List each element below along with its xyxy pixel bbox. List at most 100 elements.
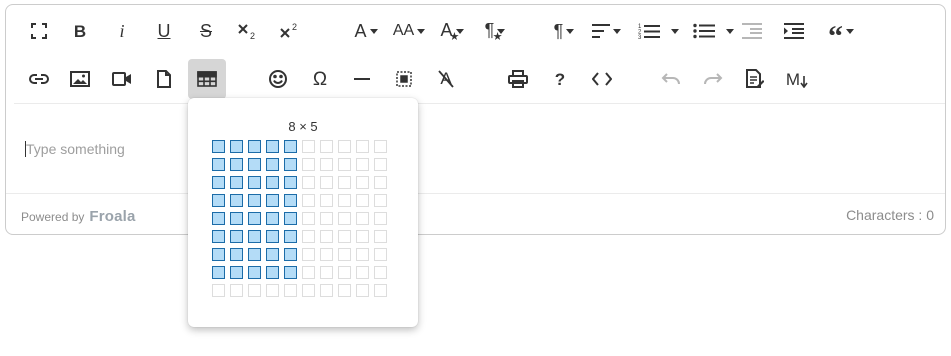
insert-file-button[interactable] [147,60,181,98]
table-grid-cell[interactable] [374,176,387,189]
text-color-button[interactable]: A ★ [433,12,471,50]
table-grid-cell[interactable] [266,158,279,171]
table-grid-cell[interactable] [320,284,333,297]
table-grid-cell[interactable] [374,212,387,225]
table-grid-cell[interactable] [338,248,351,261]
table-grid-cell[interactable] [338,140,351,153]
table-grid-cell[interactable] [356,176,369,189]
table-grid-cell[interactable] [230,266,243,279]
table-grid-cell[interactable] [302,140,315,153]
table-grid-cell[interactable] [248,266,261,279]
code-view-button[interactable] [585,60,619,98]
table-grid-cell[interactable] [320,140,333,153]
table-grid-cell[interactable] [266,140,279,153]
table-grid-cell[interactable] [230,248,243,261]
print-button[interactable] [501,60,535,98]
table-grid-cell[interactable] [248,140,261,153]
align-button[interactable] [586,12,626,50]
fullscreen-button[interactable] [22,12,56,50]
special-characters-button[interactable]: Ω [303,60,337,98]
table-grid-cell[interactable] [248,248,261,261]
table-grid-cell[interactable] [212,176,225,189]
bold-button[interactable]: B [63,12,97,50]
table-grid-cell[interactable] [338,266,351,279]
table-grid-cell[interactable] [248,212,261,225]
table-grid-cell[interactable] [356,194,369,207]
table-grid-cell[interactable] [356,284,369,297]
table-grid-cell[interactable] [284,176,297,189]
help-button[interactable]: ? [543,60,577,98]
table-grid-cell[interactable] [230,212,243,225]
horizontal-line-button[interactable] [345,60,379,98]
table-grid-cell[interactable] [338,158,351,171]
table-grid-cell[interactable] [212,284,225,297]
edit-document-button[interactable] [738,60,772,98]
select-all-button[interactable] [387,60,421,98]
table-grid-cell[interactable] [248,194,261,207]
indent-button[interactable] [777,12,811,50]
table-grid-cell[interactable] [338,230,351,243]
table-grid-cell[interactable] [302,158,315,171]
italic-button[interactable]: i [105,12,139,50]
table-grid-cell[interactable] [374,266,387,279]
subscript-button[interactable]: 2 [231,12,265,50]
table-grid-cell[interactable] [320,176,333,189]
table-grid-cell[interactable] [212,158,225,171]
table-grid-cell[interactable] [248,284,261,297]
table-grid-cell[interactable] [302,266,315,279]
table-grid-cell[interactable] [302,230,315,243]
table-grid-cell[interactable] [266,194,279,207]
table-grid-cell[interactable] [284,194,297,207]
font-family-button[interactable]: A [347,12,385,50]
table-grid-cell[interactable] [356,212,369,225]
table-grid-cell[interactable] [284,248,297,261]
underline-button[interactable]: U [147,12,181,50]
font-size-button[interactable]: AA [389,12,429,50]
insert-video-button[interactable] [105,60,139,98]
table-grid-cell[interactable] [266,212,279,225]
table-grid-cell[interactable] [356,158,369,171]
table-grid-cell[interactable] [302,194,315,207]
table-grid-cell[interactable] [356,266,369,279]
table-grid-cell[interactable] [284,230,297,243]
table-grid-cell[interactable] [284,212,297,225]
table-grid-cell[interactable] [374,284,387,297]
table-grid-cell[interactable] [356,248,369,261]
emoticons-button[interactable] [261,60,295,98]
ordered-list-button[interactable]: 1 2 3 [634,12,682,50]
paragraph-style-button[interactable]: ¶ ★ [476,12,514,50]
table-grid-cell[interactable] [320,248,333,261]
paragraph-format-button[interactable]: ¶ [545,12,583,50]
table-grid-cell[interactable] [248,158,261,171]
table-grid-cell[interactable] [212,230,225,243]
insert-image-button[interactable] [63,60,97,98]
table-grid-cell[interactable] [266,284,279,297]
insert-link-button[interactable] [22,60,56,98]
table-grid-cell[interactable] [338,176,351,189]
table-grid-cell[interactable] [230,284,243,297]
table-grid-cell[interactable] [374,194,387,207]
table-grid-cell[interactable] [302,248,315,261]
table-grid-cell[interactable] [266,176,279,189]
table-grid-cell[interactable] [230,194,243,207]
strikethrough-button[interactable]: S [189,12,223,50]
table-grid-cell[interactable] [230,230,243,243]
table-grid-cell[interactable] [320,194,333,207]
table-grid-cell[interactable] [320,266,333,279]
superscript-button[interactable]: 2 [273,12,307,50]
table-grid-cell[interactable] [284,266,297,279]
table-grid-cell[interactable] [230,176,243,189]
clear-formatting-button[interactable]: A [429,60,463,98]
quote-button[interactable]: “ [821,12,861,52]
table-grid-cell[interactable] [212,248,225,261]
table-grid-cell[interactable] [320,212,333,225]
table-grid-cell[interactable] [212,266,225,279]
table-grid-cell[interactable] [266,266,279,279]
unordered-list-button[interactable] [689,12,737,50]
table-grid-cell[interactable] [248,176,261,189]
table-grid-cell[interactable] [302,176,315,189]
table-grid-cell[interactable] [374,248,387,261]
table-grid-cell[interactable] [212,194,225,207]
table-grid-cell[interactable] [212,140,225,153]
table-grid-cell[interactable] [320,158,333,171]
